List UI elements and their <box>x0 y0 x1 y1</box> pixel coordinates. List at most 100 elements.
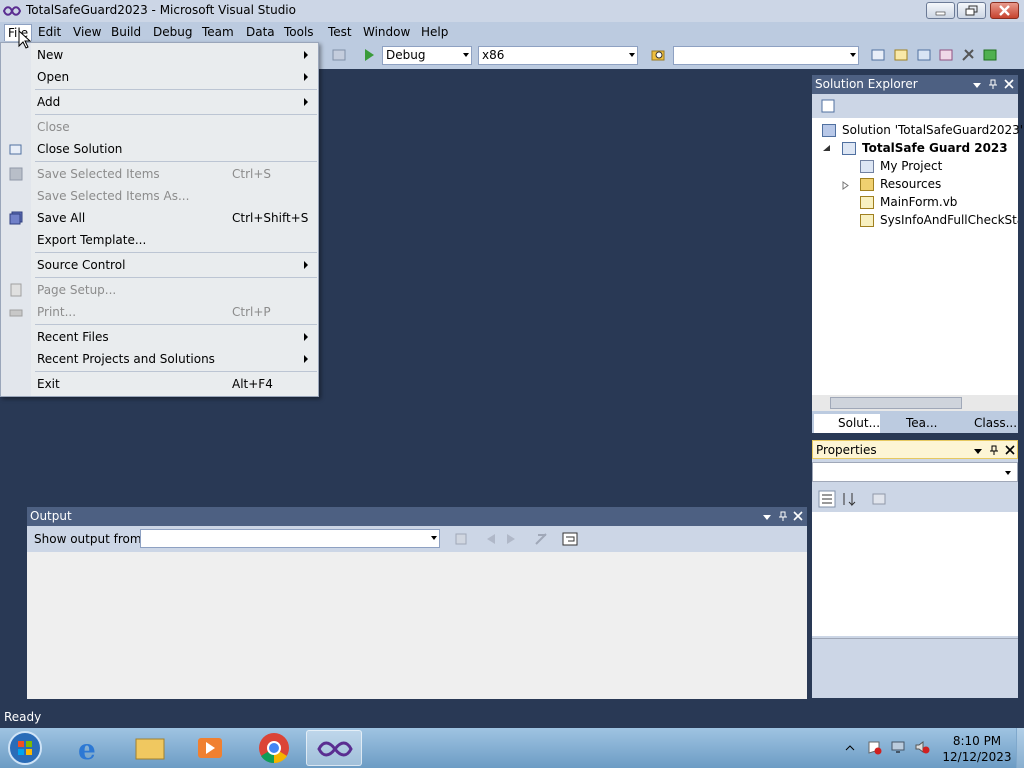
menu-data[interactable]: Data <box>243 24 278 41</box>
menu-separator <box>35 371 317 372</box>
menu-item-page-setup[interactable]: Page Setup... <box>1 279 318 301</box>
close-icon[interactable] <box>1004 79 1014 89</box>
tree-item-mainform[interactable]: MainForm.vb <box>860 193 957 211</box>
menu-item-new[interactable]: New <box>1 44 318 66</box>
menu-item-open[interactable]: Open <box>1 66 318 88</box>
submenu-arrow-icon <box>304 51 308 59</box>
system-clock[interactable]: 8:10 PM 12/12/2023 <box>942 733 1012 765</box>
tab-solution-explorer[interactable]: Solut... <box>814 414 880 433</box>
menu-item-print[interactable]: Print... Ctrl+P <box>1 301 318 323</box>
menu-item-recent-projects[interactable]: Recent Projects and Solutions <box>1 348 318 370</box>
menu-item-source-control[interactable]: Source Control <box>1 254 318 276</box>
network-icon[interactable] <box>890 739 906 755</box>
properties-header: Properties <box>812 440 1018 459</box>
clear-all-icon[interactable] <box>533 531 549 547</box>
properties-window-icon[interactable] <box>893 47 909 63</box>
properties-icon[interactable] <box>820 98 836 114</box>
menu-view[interactable]: View <box>70 24 104 41</box>
menu-build[interactable]: Build <box>108 24 144 41</box>
expand-arrow-icon[interactable] <box>842 181 850 190</box>
find-message-icon[interactable] <box>453 531 469 547</box>
object-selector-combo[interactable] <box>812 462 1018 482</box>
dropdown-icon[interactable] <box>762 512 772 522</box>
dropdown-icon[interactable] <box>972 80 982 90</box>
taskbar-internet-explorer[interactable]: e <box>62 730 118 766</box>
property-description <box>812 638 1018 698</box>
menu-item-exit[interactable]: Exit Alt+F4 <box>1 373 318 395</box>
menu-item-close-solution[interactable]: Close Solution <box>1 138 318 160</box>
pin-icon[interactable] <box>989 445 999 456</box>
tree-item-my-project[interactable]: My Project <box>860 157 942 175</box>
output-header: Output <box>27 507 807 526</box>
folder-icon <box>860 178 874 191</box>
menu-item-close[interactable]: Close <box>1 116 318 138</box>
tree-item-resources[interactable]: Resources <box>860 175 941 193</box>
menu-item-add[interactable]: Add <box>1 91 318 113</box>
dropdown-icon[interactable] <box>973 446 983 456</box>
scrollbar-thumb[interactable] <box>830 397 962 409</box>
visual-studio-icon <box>3 6 21 16</box>
toolbox-icon[interactable] <box>938 47 954 63</box>
output-source-combo[interactable] <box>140 529 440 548</box>
categorized-icon[interactable] <box>818 490 836 508</box>
menu-separator <box>35 161 317 162</box>
status-bar: Ready <box>0 706 1024 728</box>
menu-edit[interactable]: Edit <box>35 24 64 41</box>
restore-button[interactable] <box>957 2 986 19</box>
submenu-arrow-icon <box>304 73 308 81</box>
mouse-cursor-icon <box>18 30 32 49</box>
alphabetical-icon[interactable] <box>840 490 858 508</box>
solution-configuration-combo[interactable]: Debug <box>382 46 472 65</box>
menu-team[interactable]: Team <box>199 24 237 41</box>
collapse-arrow-icon[interactable] <box>822 144 831 153</box>
menu-debug[interactable]: Debug <box>150 24 195 41</box>
taskbar-media-player[interactable] <box>182 730 238 766</box>
close-icon[interactable] <box>793 511 803 521</box>
taskbar-file-explorer[interactable] <box>122 730 178 766</box>
solution-explorer-icon[interactable] <box>870 47 886 63</box>
menu-item-save-all[interactable]: Save All Ctrl+Shift+S <box>1 207 318 229</box>
find-in-files-icon[interactable] <box>650 47 666 63</box>
taskbar-visual-studio[interactable] <box>306 730 362 766</box>
menu-item-save-selected[interactable]: Save Selected Items Ctrl+S <box>1 163 318 185</box>
start-page-icon[interactable] <box>982 47 998 63</box>
tools-icon[interactable] <box>960 47 976 63</box>
menu-item-recent-files[interactable]: Recent Files <box>1 326 318 348</box>
pin-icon[interactable] <box>778 511 788 522</box>
minimize-button[interactable] <box>926 2 955 19</box>
output-text-area[interactable] <box>27 552 807 699</box>
property-grid[interactable] <box>812 512 1018 636</box>
menu-tools[interactable]: Tools <box>281 24 317 41</box>
tab-team-explorer[interactable]: Tea... <box>882 414 948 433</box>
menu-item-save-selected-as[interactable]: Save Selected Items As... <box>1 185 318 207</box>
menu-test[interactable]: Test <box>325 24 355 41</box>
object-browser-icon[interactable] <box>916 47 932 63</box>
next-message-icon[interactable] <box>503 531 519 547</box>
close-icon[interactable] <box>1005 445 1015 455</box>
find-combo[interactable] <box>673 46 859 65</box>
word-wrap-icon[interactable] <box>562 531 578 547</box>
close-button[interactable] <box>990 2 1019 19</box>
action-center-icon[interactable] <box>866 739 882 755</box>
tree-item-sysinfo[interactable]: SysInfoAndFullCheckStatu <box>860 211 1018 229</box>
show-desktop-button[interactable] <box>1016 728 1024 768</box>
show-hidden-icons-icon[interactable] <box>845 743 855 753</box>
volume-muted-icon[interactable] <box>914 739 930 755</box>
taskbar-chrome[interactable] <box>246 730 302 766</box>
pin-icon[interactable] <box>988 79 998 90</box>
navigate-icon[interactable] <box>331 47 347 63</box>
menu-item-shortcut: Alt+F4 <box>232 377 273 391</box>
menu-window[interactable]: Window <box>360 24 413 41</box>
solution-platform-combo[interactable]: x86 <box>478 46 638 65</box>
chevron-down-icon <box>629 53 635 57</box>
start-debugging-icon[interactable] <box>362 47 376 63</box>
tree-solution[interactable]: Solution 'TotalSafeGuard2023' (1 <box>822 121 1024 139</box>
previous-message-icon[interactable] <box>483 531 499 547</box>
menu-help[interactable]: Help <box>418 24 451 41</box>
tab-class-view[interactable]: Class... <box>950 414 1018 433</box>
property-pages-icon[interactable] <box>870 490 888 508</box>
tree-project[interactable]: TotalSafe Guard 2023 <box>842 139 1008 157</box>
menu-item-export-template[interactable]: Export Template... <box>1 229 318 251</box>
start-button-icon[interactable] <box>6 730 44 766</box>
horizontal-scrollbar[interactable] <box>812 395 1018 411</box>
